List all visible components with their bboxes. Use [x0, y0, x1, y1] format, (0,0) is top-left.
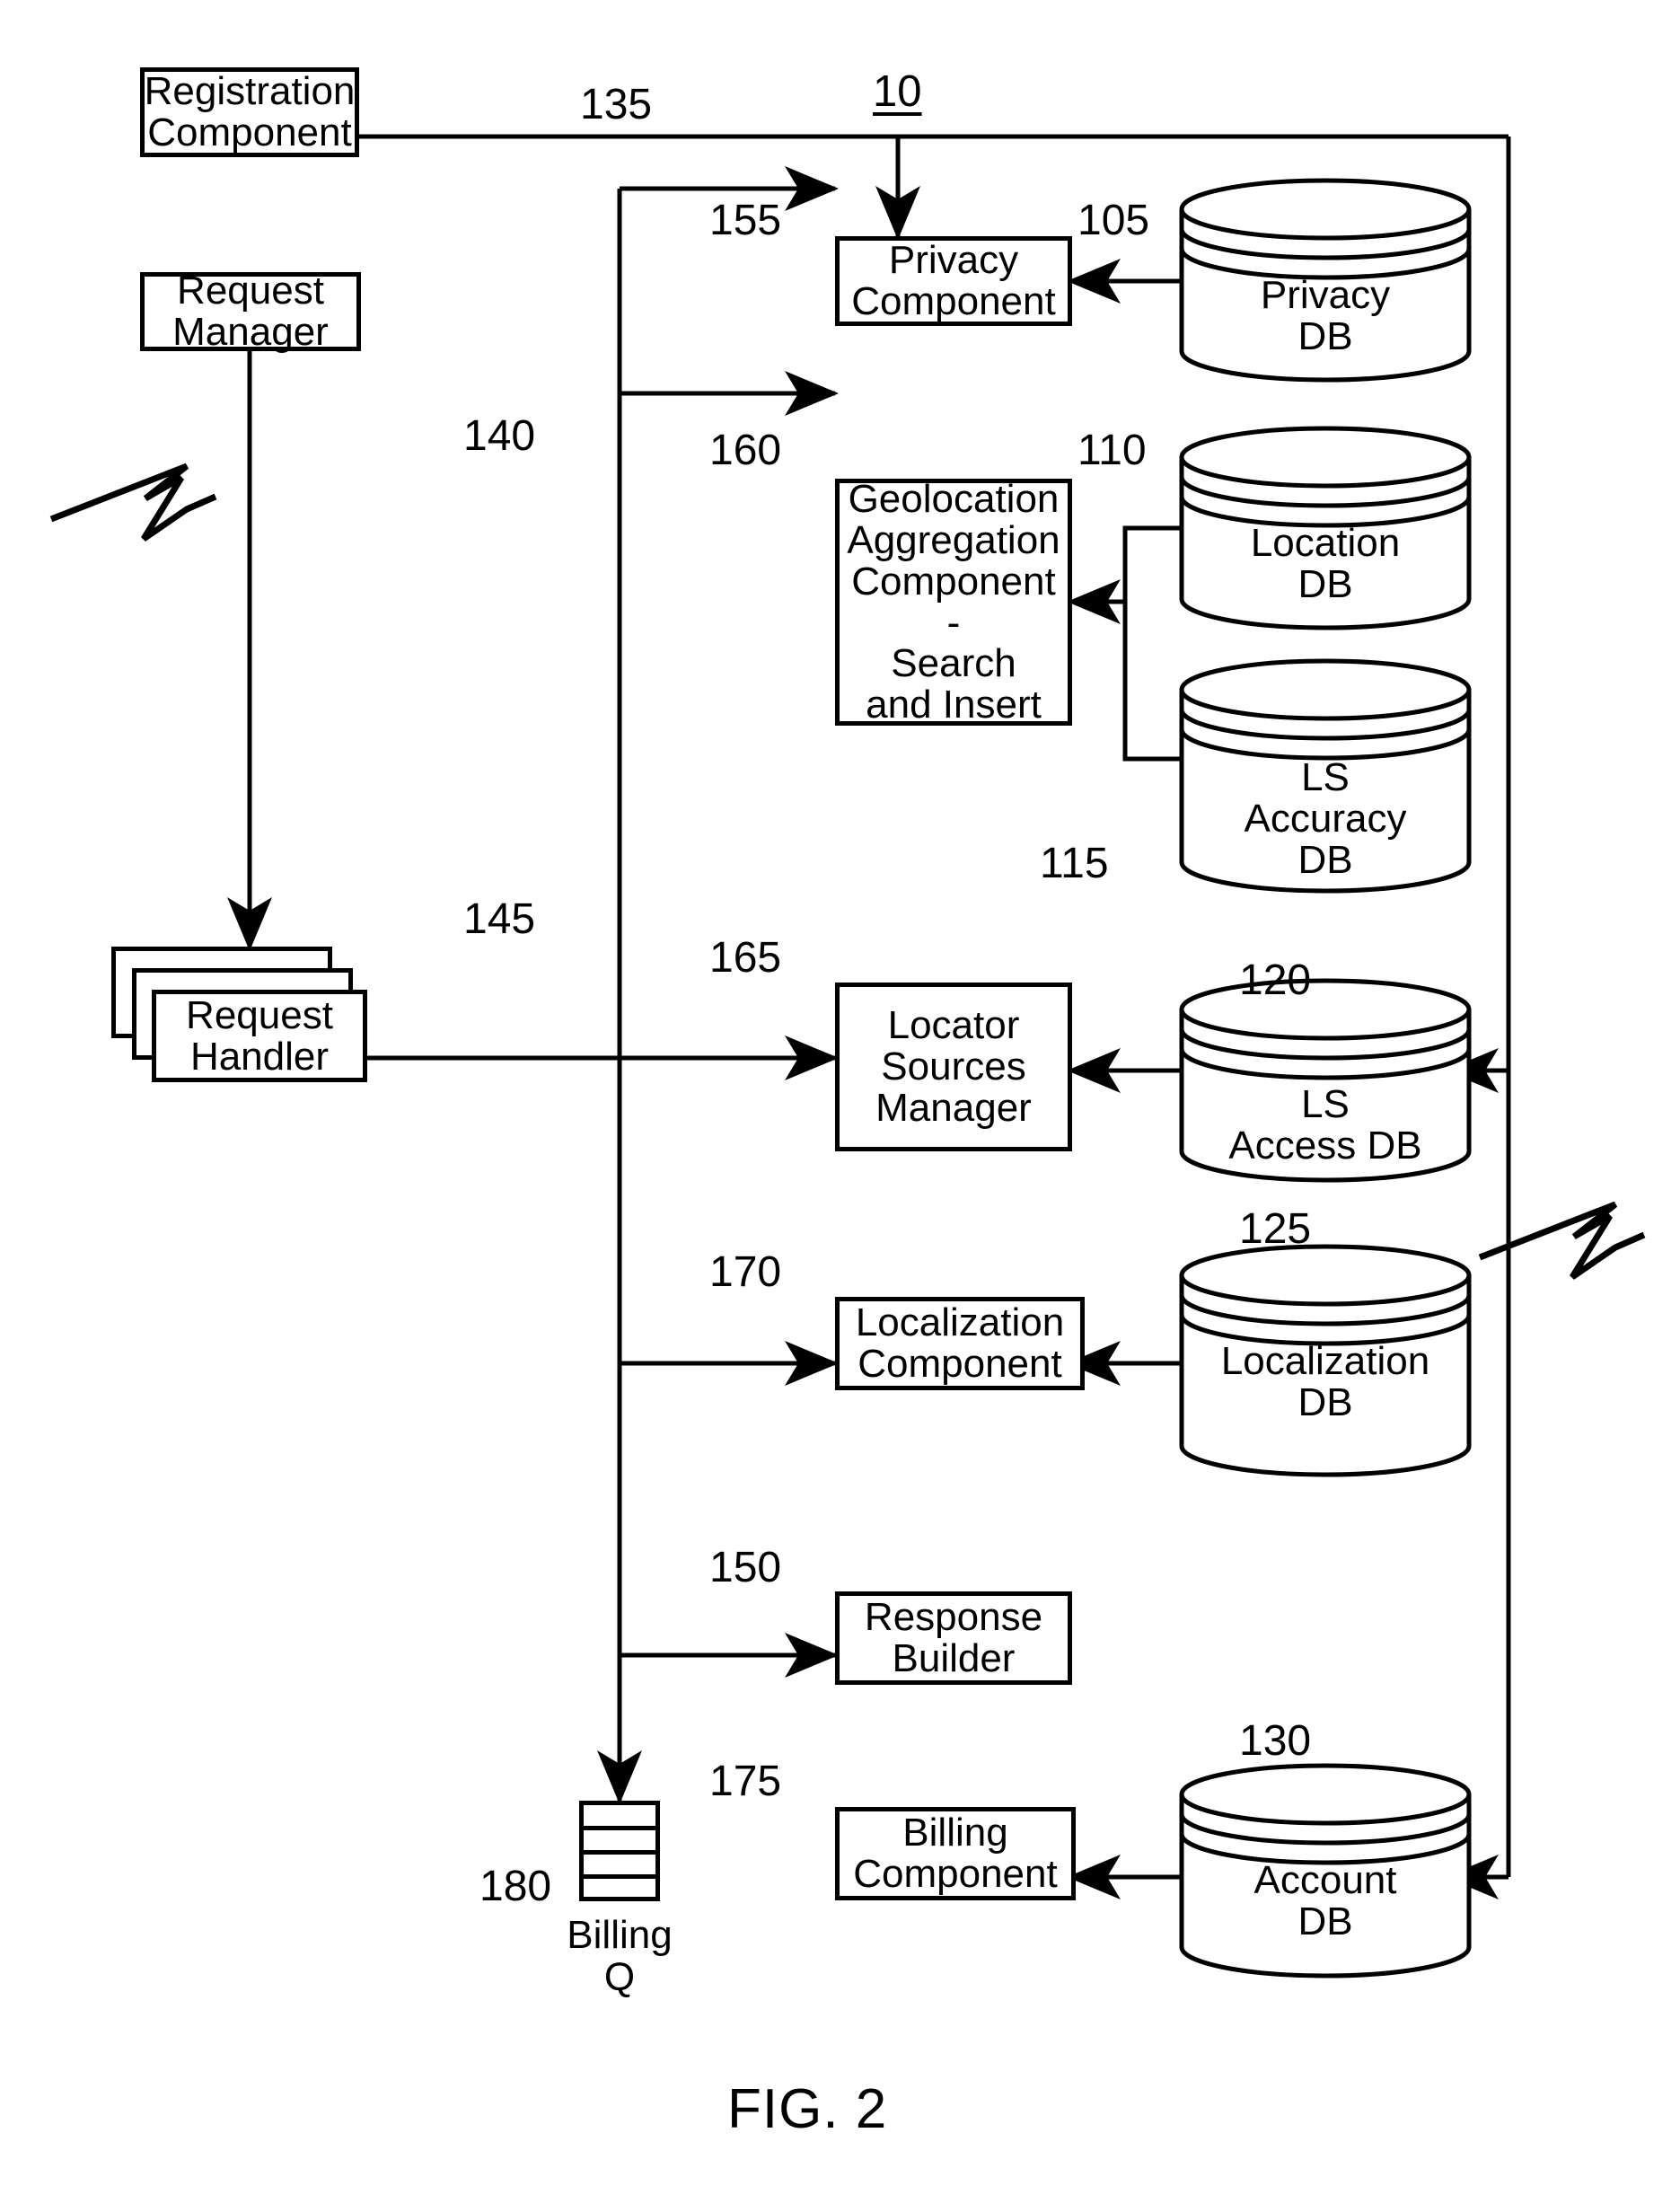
registration-component-label: Registration Component [144, 69, 356, 154]
ref-105: 105 [1077, 197, 1150, 244]
ref-140: 140 [463, 412, 536, 460]
ref-135: 135 [580, 81, 653, 128]
billing-queue-divider [584, 1826, 655, 1830]
ref-165: 165 [709, 934, 782, 982]
locator-sources-manager-box[interactable]: Locator Sources Manager [835, 983, 1072, 1151]
billing-queue-divider [584, 1874, 655, 1879]
ref-125: 125 [1239, 1205, 1312, 1253]
wireless-bolt-left [49, 463, 217, 542]
location-db-label: Location DB [1250, 521, 1401, 606]
ref-130: 130 [1239, 1717, 1312, 1765]
localization-db-cylinder[interactable]: Localization DB [1177, 1244, 1473, 1477]
account-db-label: Account DB [1253, 1858, 1397, 1943]
ref-160: 160 [709, 427, 782, 474]
request-handler-box[interactable]: Request Handler [152, 990, 367, 1082]
privacy-db-cylinder[interactable]: Privacy DB [1177, 178, 1473, 383]
figure-caption: FIG. 2 [727, 2078, 888, 2140]
request-handler-label: Request Handler [186, 992, 333, 1079]
billing-component-box[interactable]: Billing Component [835, 1807, 1076, 1900]
wireless-bolt-right [1478, 1201, 1646, 1280]
ref-145: 145 [463, 895, 536, 943]
geolocation-aggregation-component-label: Geolocation Aggregation Component - Sear… [847, 477, 1060, 727]
patent-figure-2: 135 10 155 105 140 160 110 115 145 165 1… [0, 0, 1680, 2212]
geolocation-aggregation-component-box[interactable]: Geolocation Aggregation Component - Sear… [835, 479, 1072, 726]
response-builder-label: Response Builder [864, 1595, 1043, 1680]
localization-component-box[interactable]: Localization Component [835, 1297, 1085, 1390]
ref-110: 110 [1077, 427, 1147, 474]
account-db-cylinder[interactable]: Account DB [1177, 1763, 1473, 1978]
request-manager-box[interactable]: Request Manager [140, 269, 361, 354]
privacy-db-label: Privacy DB [1260, 273, 1391, 358]
figure-system-id: 10 [873, 67, 922, 116]
ls-access-db-cylinder[interactable]: LS Access DB [1177, 978, 1473, 1183]
locator-sources-manager-label: Locator Sources Manager [875, 1003, 1032, 1130]
ref-120: 120 [1239, 956, 1312, 1004]
localization-db-label: Localization DB [1220, 1339, 1430, 1424]
ls-accuracy-db-cylinder[interactable]: LS Accuracy DB [1177, 658, 1473, 894]
ref-175: 175 [709, 1758, 782, 1805]
location-db-cylinder[interactable]: Location DB [1177, 426, 1473, 630]
billing-queue-divider [584, 1850, 655, 1855]
billing-queue-label: Billing Q [567, 1913, 673, 1999]
billing-component-label: Billing Component [853, 1811, 1058, 1896]
ref-150: 150 [709, 1544, 782, 1591]
ls-access-db-label: LS Access DB [1228, 1082, 1422, 1168]
localization-component-label: Localization Component [855, 1300, 1065, 1386]
ref-115: 115 [1040, 840, 1109, 887]
privacy-component-box[interactable]: Privacy Component [835, 236, 1072, 326]
privacy-component-label: Privacy Component [851, 238, 1056, 323]
response-builder-box[interactable]: Response Builder [835, 1591, 1072, 1685]
ls-accuracy-db-label: LS Accuracy DB [1244, 755, 1407, 882]
request-manager-label: Request Manager [172, 269, 329, 354]
ref-180: 180 [479, 1863, 552, 1910]
registration-component-box[interactable]: Registration Component [140, 67, 359, 157]
billing-queue[interactable] [579, 1801, 660, 1901]
ref-155: 155 [709, 197, 782, 244]
ref-170: 170 [709, 1248, 782, 1296]
